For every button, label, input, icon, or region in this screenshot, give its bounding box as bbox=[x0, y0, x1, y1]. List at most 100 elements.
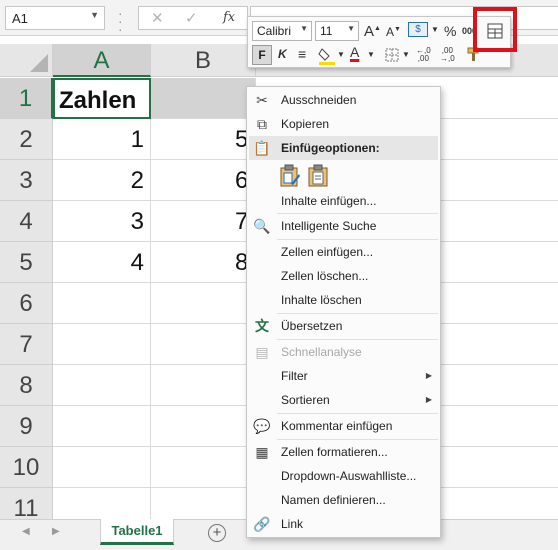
menu-label: Kopieren bbox=[281, 117, 330, 131]
menu-label: Intelligente Suche bbox=[281, 219, 377, 233]
cell-b7[interactable] bbox=[151, 324, 256, 365]
cell-b1[interactable] bbox=[151, 78, 256, 119]
row-header-9[interactable]: 9 bbox=[0, 406, 53, 447]
italic-button[interactable]: K bbox=[278, 47, 287, 61]
menu-item-paste-special[interactable]: Inhalte einfügen... bbox=[247, 189, 440, 213]
select-all-button[interactable] bbox=[0, 44, 53, 77]
menu-item-copy[interactable]: ⧉ Kopieren bbox=[247, 112, 440, 136]
cell-b2[interactable]: 5 bbox=[151, 119, 256, 160]
add-sheet-button[interactable]: + bbox=[208, 524, 226, 542]
menu-label: Inhalte löschen bbox=[281, 293, 362, 307]
formula-buttons: ✕ ✓ fx bbox=[138, 6, 248, 30]
menu-item-define-name[interactable]: Namen definieren... bbox=[247, 488, 440, 512]
menu-item-smart-lookup[interactable]: 🔍 Intelligente Suche bbox=[247, 214, 440, 238]
menu-label: Link bbox=[281, 517, 304, 531]
cell-b10[interactable] bbox=[151, 447, 256, 488]
prev-sheet-icon[interactable]: ◀ bbox=[22, 526, 30, 537]
menu-item-sort[interactable]: Sortieren ▶ bbox=[247, 388, 440, 412]
cell-b6[interactable] bbox=[151, 283, 256, 324]
align-center-icon[interactable]: ≡ bbox=[298, 46, 306, 62]
menu-item-link[interactable]: 🔗 Link bbox=[247, 512, 440, 536]
cell-a4[interactable]: 3 bbox=[53, 201, 151, 242]
menu-item-delete-cells[interactable]: Zellen löschen... bbox=[247, 264, 440, 288]
cell-a10[interactable] bbox=[53, 447, 151, 488]
chevron-down-icon[interactable]: ▼ bbox=[90, 10, 99, 20]
cell-b4[interactable]: 7 bbox=[151, 201, 256, 242]
cell-b8[interactable] bbox=[151, 365, 256, 406]
cell-a9[interactable] bbox=[53, 406, 151, 447]
translate-icon: 文 bbox=[255, 318, 269, 334]
increase-decimal-icon[interactable]: ←,0,00 bbox=[416, 47, 431, 63]
name-box-value: A1 bbox=[12, 11, 28, 26]
chevron-down-icon[interactable]: ▼ bbox=[347, 24, 355, 33]
cell-a7[interactable] bbox=[53, 324, 151, 365]
row-header-2[interactable]: 2 bbox=[0, 119, 53, 160]
percent-button[interactable]: % bbox=[444, 23, 456, 39]
menu-label: Übersetzen bbox=[281, 319, 343, 333]
format-cells-icon: ▦ bbox=[255, 444, 269, 460]
select-all-icon bbox=[30, 54, 48, 72]
drag-handle-icon[interactable]: · · · bbox=[118, 6, 123, 36]
cell-b5[interactable]: 8 bbox=[151, 242, 256, 283]
menu-label: Zellen formatieren... bbox=[281, 445, 388, 459]
font-size-select[interactable]: 11 ▼ bbox=[315, 21, 359, 41]
menu-label: Sortieren bbox=[281, 393, 330, 407]
menu-item-dropdown-list[interactable]: Dropdown-Auswahlliste... bbox=[247, 464, 440, 488]
borders-icon[interactable] bbox=[385, 48, 399, 62]
row-header-4[interactable]: 4 bbox=[0, 201, 53, 242]
insert-function-button[interactable]: fx bbox=[223, 10, 235, 25]
scissors-icon: ✂ bbox=[256, 92, 268, 108]
row-header-6[interactable]: 6 bbox=[0, 283, 53, 324]
bold-button[interactable]: F bbox=[252, 45, 272, 65]
cell-a5[interactable]: 4 bbox=[53, 242, 151, 283]
enter-icon[interactable]: ✓ bbox=[185, 9, 198, 27]
cancel-icon[interactable]: ✕ bbox=[151, 9, 164, 27]
menu-item-insert-comment[interactable]: 💬 Kommentar einfügen bbox=[247, 414, 440, 438]
column-header-a[interactable]: A bbox=[53, 44, 151, 77]
row-header-5[interactable]: 5 bbox=[0, 242, 53, 283]
next-sheet-icon[interactable]: ▶ bbox=[52, 526, 60, 537]
cell-a8[interactable] bbox=[53, 365, 151, 406]
highlight-box bbox=[473, 7, 517, 52]
quick-analysis-icon: ▤ bbox=[255, 344, 269, 360]
row-header-1[interactable]: 1 bbox=[0, 78, 53, 119]
increase-font-icon[interactable]: A▲ bbox=[364, 23, 381, 40]
column-header-b[interactable]: B bbox=[151, 44, 256, 77]
cell-a1[interactable]: Zahlen bbox=[53, 78, 151, 119]
menu-item-clear-contents[interactable]: Inhalte löschen bbox=[247, 288, 440, 312]
row-header-7[interactable]: 7 bbox=[0, 324, 53, 365]
font-name-value: Calibri bbox=[257, 24, 292, 38]
paste-formatting-icon[interactable] bbox=[279, 164, 301, 188]
font-name-select[interactable]: Calibri ▼ bbox=[252, 21, 312, 41]
row-header-3[interactable]: 3 bbox=[0, 160, 53, 201]
menu-label: Filter bbox=[281, 369, 308, 383]
sheet-tab-tabelle1[interactable]: Tabelle1 bbox=[100, 519, 174, 545]
chevron-down-icon[interactable]: ▼ bbox=[402, 50, 410, 59]
menu-item-insert-cells[interactable]: Zellen einfügen... bbox=[247, 240, 440, 264]
font-color-icon[interactable]: A bbox=[350, 44, 359, 60]
menu-label: Schnellanalyse bbox=[281, 345, 362, 359]
cell-b3[interactable]: 6 bbox=[151, 160, 256, 201]
menu-item-format-cells[interactable]: ▦ Zellen formatieren... bbox=[247, 440, 440, 464]
cell-a2[interactable]: 1 bbox=[53, 119, 151, 160]
fill-color-icon[interactable] bbox=[318, 46, 336, 66]
chevron-down-icon[interactable]: ▼ bbox=[300, 24, 308, 33]
decrease-decimal-icon[interactable]: ,00 →,0 bbox=[440, 47, 455, 63]
paste-icon[interactable] bbox=[307, 164, 329, 188]
menu-item-filter[interactable]: Filter ▶ bbox=[247, 364, 440, 388]
cell-a3[interactable]: 2 bbox=[53, 160, 151, 201]
menu-label: Namen definieren... bbox=[281, 493, 386, 507]
chevron-down-icon[interactable]: ▼ bbox=[367, 50, 375, 59]
name-box[interactable]: A1 ▼ bbox=[5, 6, 105, 30]
menu-item-translate[interactable]: 文 Übersetzen bbox=[247, 314, 440, 338]
menu-item-cut[interactable]: ✂ Ausschneiden bbox=[247, 88, 440, 112]
chevron-down-icon[interactable]: ▼ bbox=[337, 50, 345, 59]
cell-a6[interactable] bbox=[53, 283, 151, 324]
accounting-format-icon[interactable]: $ bbox=[408, 22, 428, 37]
row-header-8[interactable]: 8 bbox=[0, 365, 53, 406]
chevron-down-icon[interactable]: ▼ bbox=[431, 25, 439, 34]
decrease-font-icon[interactable]: A▼ bbox=[386, 25, 401, 39]
mini-toolbar: Calibri ▼ 11 ▼ A▲ A▼ $ ▼ % 000 F K ≡ ▼ A… bbox=[247, 16, 511, 68]
row-header-10[interactable]: 10 bbox=[0, 447, 53, 488]
cell-b9[interactable] bbox=[151, 406, 256, 447]
